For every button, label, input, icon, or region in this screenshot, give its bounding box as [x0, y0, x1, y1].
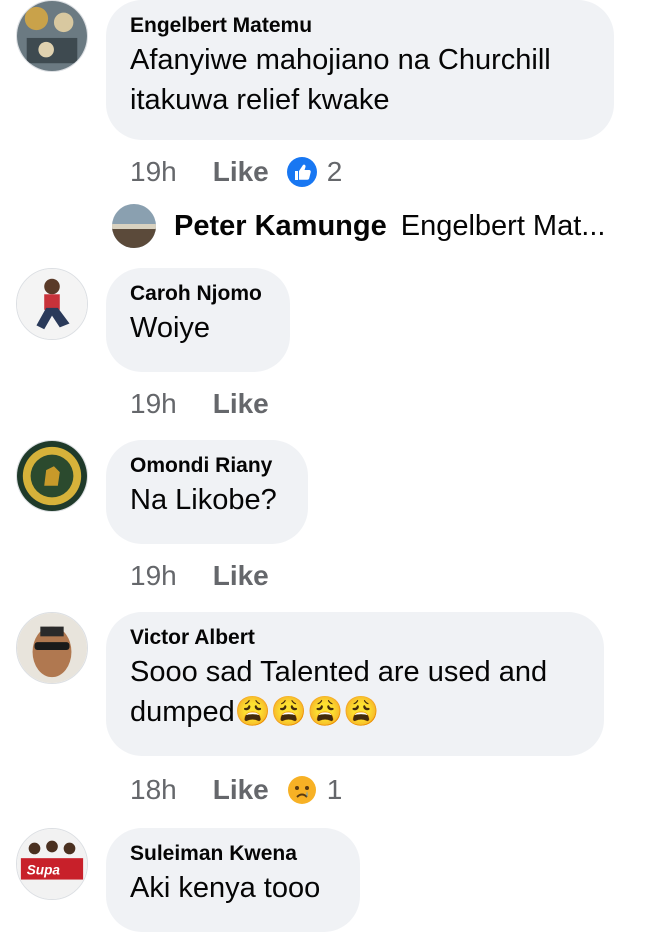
comment-author[interactable]: Engelbert Matemu [130, 12, 590, 40]
reaction-summary[interactable]: 2 [286, 156, 343, 188]
comment-text-line: Na Likobe? [130, 484, 277, 516]
comment-time[interactable]: 19h [130, 156, 177, 188]
comment-bubble: Omondi Riany Na Likobe? [106, 440, 308, 544]
comment-text-line: Aki kenya tooo [130, 872, 321, 904]
like-button[interactable]: Like [213, 774, 269, 806]
comment-bubble: Victor Albert Sooo sad Talented are used… [106, 612, 604, 756]
comment-meta: 19h Like [130, 556, 287, 596]
comment-author[interactable]: Suleiman Kwena [130, 840, 336, 868]
reaction-count: 1 [326, 774, 343, 805]
comment-meta: 18h Like 1 [130, 770, 342, 810]
avatar-suleiman-kwena[interactable]: Supa [16, 828, 88, 900]
comment-meta: 19h Like 2 [130, 152, 342, 192]
comment-text-line: itakuwa relief kwake [130, 84, 390, 116]
reply-author[interactable]: Peter Kamunge [174, 210, 387, 243]
comment-bubble: Engelbert Matemu Afanyiwe mahojiano na C… [106, 0, 614, 140]
avatar-caroh-njomo[interactable] [16, 268, 88, 340]
like-button[interactable]: Like [213, 388, 269, 420]
reply-preview[interactable]: Peter Kamunge Engelbert Mat... [112, 204, 652, 248]
like-button[interactable]: Like [213, 560, 269, 592]
comment-text-line: Sooo sad Talented are used and [130, 656, 548, 688]
comment-time[interactable]: 19h [130, 388, 177, 420]
avatar-victor-albert[interactable] [16, 612, 88, 684]
comment-text-line: Afanyiwe mahojiano na Churchill [130, 44, 551, 76]
comment-author[interactable]: Omondi Riany [130, 452, 284, 480]
comment-bubble: Caroh Njomo Woiye [106, 268, 290, 372]
avatar-peter-kamunge [112, 204, 156, 248]
comment-author[interactable]: Caroh Njomo [130, 280, 266, 308]
comment-time[interactable]: 19h [130, 560, 177, 592]
avatar-omondi-riany[interactable] [16, 440, 88, 512]
comment-author[interactable]: Victor Albert [130, 624, 580, 652]
comment-time[interactable]: 18h [130, 774, 177, 806]
comment-meta: 19h Like [130, 384, 287, 424]
comment-bubble: Suleiman Kwena Aki kenya tooo [106, 828, 360, 932]
comment-text-line: Woiye [130, 312, 211, 344]
reply-text: Engelbert Mat... [400, 209, 606, 242]
sad-reaction-icon [287, 776, 316, 804]
like-reaction-icon [286, 157, 317, 187]
avatar-engelbert-matemu[interactable] [16, 0, 88, 72]
like-button[interactable]: Like [213, 156, 269, 188]
svg-text:Supa: Supa [27, 863, 61, 878]
reaction-summary[interactable]: 1 [287, 774, 343, 806]
reaction-count: 2 [326, 156, 343, 187]
comment-text-line: dumped😩😩😩😩 [130, 696, 380, 728]
